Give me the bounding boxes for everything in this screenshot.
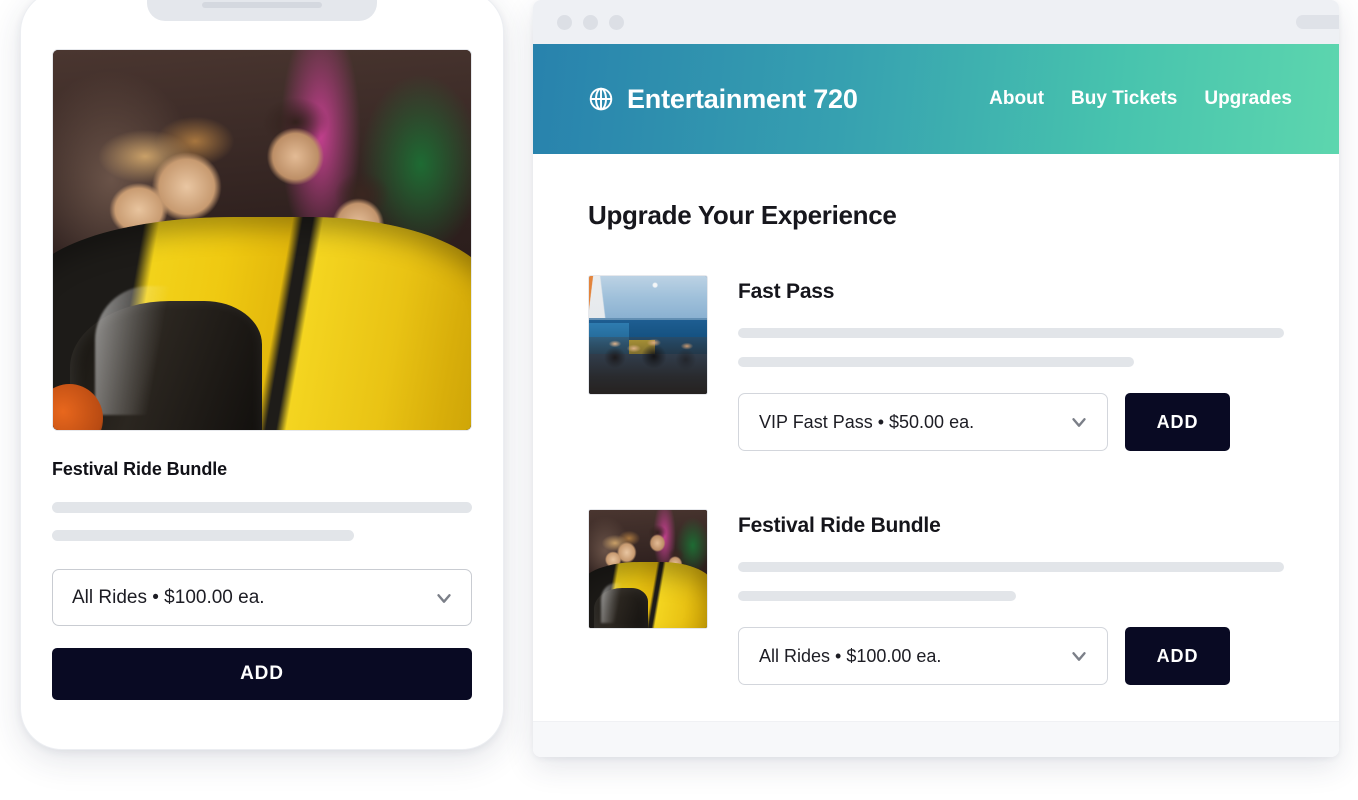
window-maximize-dot[interactable] — [609, 14, 624, 30]
photo-crowd — [589, 337, 707, 394]
site-brand-name: Entertainment 720 — [627, 83, 858, 114]
globe-icon — [589, 87, 613, 111]
product-row: Festival Ride Bundle All Rides • $100.00… — [588, 509, 1284, 685]
nav-link-buy-tickets[interactable]: Buy Tickets — [1071, 88, 1177, 110]
phone-add-button[interactable]: ADD — [52, 648, 472, 700]
product-description-line-1 — [738, 328, 1284, 338]
chevron-down-icon — [1072, 418, 1086, 427]
nav-link-about[interactable]: About — [989, 88, 1044, 110]
chevron-down-icon — [437, 593, 451, 603]
window-close-dot[interactable] — [557, 14, 572, 30]
product-controls: All Rides • $100.00 ea. ADD — [738, 627, 1284, 685]
product-row: Fast Pass VIP Fast Pass • $50.00 ea. ADD — [588, 275, 1284, 451]
screenshot-stage: Festival Ride Bundle All Rides • $100.00… — [0, 0, 1358, 800]
product-info: Fast Pass VIP Fast Pass • $50.00 ea. ADD — [738, 275, 1284, 451]
nav-link-upgrades[interactable]: Upgrades — [1204, 88, 1292, 110]
phone-description-line-2 — [52, 530, 355, 541]
product-title: Festival Ride Bundle — [738, 514, 941, 537]
site-main-content: Upgrade Your Experience Fast Pass VIP Fa… — [533, 154, 1339, 757]
phone-product-title: Festival Ride Bundle — [52, 459, 228, 479]
chevron-down-icon — [1072, 652, 1086, 661]
fairground-photo — [589, 276, 707, 394]
phone-description-line-1 — [52, 502, 472, 513]
product-add-button[interactable]: ADD — [1125, 627, 1230, 685]
phone-screen: Festival Ride Bundle All Rides • $100.00… — [21, 0, 503, 749]
phone-mockup: Festival Ride Bundle All Rides • $100.00… — [20, 0, 504, 750]
product-option-select-value: All Rides • $100.00 ea. — [759, 645, 942, 666]
browser-chrome-bar — [533, 0, 1339, 44]
browser-mockup: Entertainment 720 About Buy Tickets Upgr… — [533, 0, 1339, 757]
site-nav: About Buy Tickets Upgrades — [989, 88, 1292, 110]
hero-highlight — [94, 285, 204, 415]
coaster-photo — [589, 510, 707, 628]
product-option-select-value: VIP Fast Pass • $50.00 ea. — [759, 411, 975, 432]
product-info: Festival Ride Bundle All Rides • $100.00… — [738, 509, 1284, 685]
product-add-button[interactable]: ADD — [1125, 393, 1230, 451]
product-controls: VIP Fast Pass • $50.00 ea. ADD — [738, 393, 1284, 451]
page-title: Upgrade Your Experience — [588, 200, 897, 230]
product-title: Fast Pass — [738, 280, 835, 303]
product-option-select[interactable]: All Rides • $100.00 ea. — [738, 627, 1108, 685]
address-bar[interactable] — [1296, 15, 1339, 29]
phone-option-select[interactable]: All Rides • $100.00 ea. — [52, 569, 472, 626]
product-description-line-1 — [738, 562, 1284, 572]
photo-highlight — [600, 583, 632, 624]
product-option-select[interactable]: VIP Fast Pass • $50.00 ea. — [738, 393, 1108, 451]
product-description-line-2 — [738, 357, 1134, 367]
site-brand[interactable]: Entertainment 720 — [588, 84, 858, 115]
phone-hero-image — [52, 49, 472, 431]
product-description-line-2 — [738, 591, 1017, 601]
window-minimize-dot[interactable] — [583, 14, 598, 30]
site-footer-strip — [533, 721, 1339, 757]
product-thumbnail-fast-pass — [588, 275, 708, 395]
phone-option-select-value: All Rides • $100.00 ea. — [72, 586, 265, 608]
product-thumbnail-festival-ride-bundle — [588, 509, 708, 629]
site-header: Entertainment 720 About Buy Tickets Upgr… — [533, 44, 1339, 154]
